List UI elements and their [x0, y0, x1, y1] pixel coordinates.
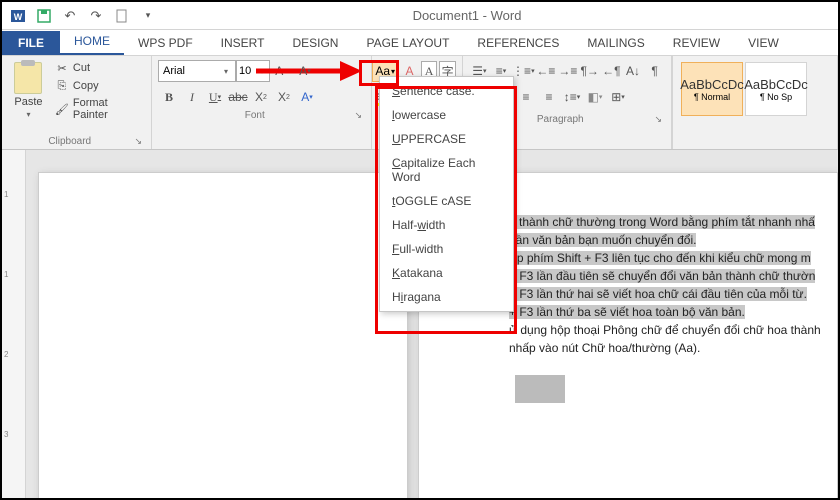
tab-page-layout[interactable]: PAGE LAYOUT	[352, 31, 463, 55]
window-title: Document1 - Word	[160, 8, 834, 23]
tab-home[interactable]: HOME	[60, 29, 124, 55]
show-marks-button[interactable]: ¶	[644, 60, 665, 82]
ribbon: Paste ▾ ✂Cut ⎘Copy 🖌Format Painter Clipb…	[2, 56, 838, 150]
paste-button[interactable]: Paste ▾	[8, 60, 49, 134]
menu-uppercase[interactable]: UPPERCASE	[380, 127, 513, 151]
italic-button[interactable]: I	[181, 86, 203, 108]
word-icon[interactable]: W	[6, 5, 30, 27]
rtl-button[interactable]: ←¶	[601, 60, 622, 82]
multilevel-list-button[interactable]: ⋮≡▾	[512, 60, 534, 82]
font-name-input[interactable]	[158, 60, 236, 82]
ribbon-tabs: FILE HOME WPS PDF INSERT DESIGN PAGE LAY…	[2, 30, 838, 56]
vertical-ruler[interactable]: 1 1 2 3	[2, 150, 26, 498]
decrease-indent-button[interactable]: ←≡	[535, 60, 556, 82]
justify-button[interactable]: ≡	[538, 86, 560, 108]
brush-icon: 🖌	[55, 102, 69, 116]
save-icon[interactable]	[32, 5, 56, 27]
align-right-button[interactable]: ≡	[515, 86, 537, 108]
copy-icon: ⎘	[55, 79, 69, 93]
clipboard-group-label: Clipboard	[8, 134, 131, 149]
borders-button[interactable]: ⊞▾	[607, 86, 629, 108]
tab-wps-pdf[interactable]: WPS PDF	[124, 31, 207, 55]
superscript-button[interactable]: X2	[273, 86, 295, 108]
quick-access-toolbar: W ↶ ↷ ▾	[6, 5, 160, 27]
menu-toggle-case[interactable]: tOGGLE cASE	[380, 189, 513, 213]
menu-half-width[interactable]: Half-width	[380, 213, 513, 237]
font-group-label: Font	[158, 108, 351, 123]
shading-button[interactable]: ◧▾	[584, 86, 606, 108]
redo-icon[interactable]: ↷	[84, 5, 108, 27]
clipboard-icon	[14, 62, 42, 94]
menu-hiragana[interactable]: Hiragana	[380, 285, 513, 309]
cut-button[interactable]: ✂Cut	[53, 60, 145, 76]
tab-view[interactable]: VIEW	[734, 31, 793, 55]
menu-full-width[interactable]: Full-width	[380, 237, 513, 261]
bold-button[interactable]: B	[158, 86, 180, 108]
subscript-button[interactable]: X2	[250, 86, 272, 108]
clipboard-dialog-launcher[interactable]: ↘	[131, 136, 145, 147]
tab-references[interactable]: REFERENCES	[463, 31, 573, 55]
menu-katakana[interactable]: Katakana	[380, 261, 513, 285]
qat-customize-icon[interactable]: ▾	[136, 5, 160, 27]
undo-icon[interactable]: ↶	[58, 5, 82, 27]
font-size-input[interactable]	[236, 60, 270, 82]
sort-button[interactable]: A↓	[623, 60, 644, 82]
ltr-button[interactable]: ¶→	[579, 60, 600, 82]
text-cursor-block	[515, 375, 565, 403]
page-left[interactable]	[38, 172, 408, 498]
strikethrough-button[interactable]: abc	[227, 86, 249, 108]
paste-label: Paste	[14, 96, 42, 108]
tab-file[interactable]: FILE	[2, 31, 60, 55]
tab-review[interactable]: REVIEW	[659, 31, 734, 55]
style-normal[interactable]: AaBbCcDc ¶ Normal	[681, 62, 743, 116]
copy-button[interactable]: ⎘Copy	[53, 78, 145, 94]
underline-button[interactable]: U▾	[204, 86, 226, 108]
style-no-spacing[interactable]: AaBbCcDc ¶ No Sp	[745, 62, 807, 116]
tab-mailings[interactable]: MAILINGS	[573, 31, 658, 55]
svg-text:W: W	[14, 12, 23, 22]
group-font: ▾ ▾ A▴ A▾ B I U▾ abc X2 X2 A▾ Font↘	[152, 56, 372, 149]
change-case-menu: Sentence case. lowercase UPPERCASE Capit…	[379, 76, 514, 312]
text-effects-button[interactable]: A▾	[296, 86, 318, 108]
grow-font-button[interactable]: A▴	[270, 60, 292, 82]
increase-indent-button[interactable]: →≡	[557, 60, 578, 82]
tab-design[interactable]: DESIGN	[278, 31, 352, 55]
font-dialog-launcher[interactable]: ↘	[351, 110, 365, 121]
scissors-icon: ✂	[55, 61, 69, 75]
shrink-font-button[interactable]: A▾	[294, 60, 316, 82]
new-doc-icon[interactable]	[110, 5, 134, 27]
group-styles: AaBbCcDc ¶ Normal AaBbCcDc ¶ No Sp	[672, 56, 838, 149]
line-spacing-button[interactable]: ↕≡▾	[561, 86, 583, 108]
group-clipboard: Paste ▾ ✂Cut ⎘Copy 🖌Format Painter Clipb…	[2, 56, 152, 149]
tab-insert[interactable]: INSERT	[207, 31, 279, 55]
document-text[interactable]: a thành chữ thường trong Word bằng phím …	[509, 213, 837, 357]
menu-lowercase[interactable]: lowercase	[380, 103, 513, 127]
paragraph-dialog-launcher[interactable]: ↘	[651, 114, 665, 125]
title-bar: W ↶ ↷ ▾ Document1 - Word	[2, 2, 838, 30]
menu-sentence-case[interactable]: Sentence case.	[380, 79, 513, 103]
menu-capitalize-each-word[interactable]: Capitalize Each Word	[380, 151, 513, 189]
format-painter-button[interactable]: 🖌Format Painter	[53, 96, 145, 122]
